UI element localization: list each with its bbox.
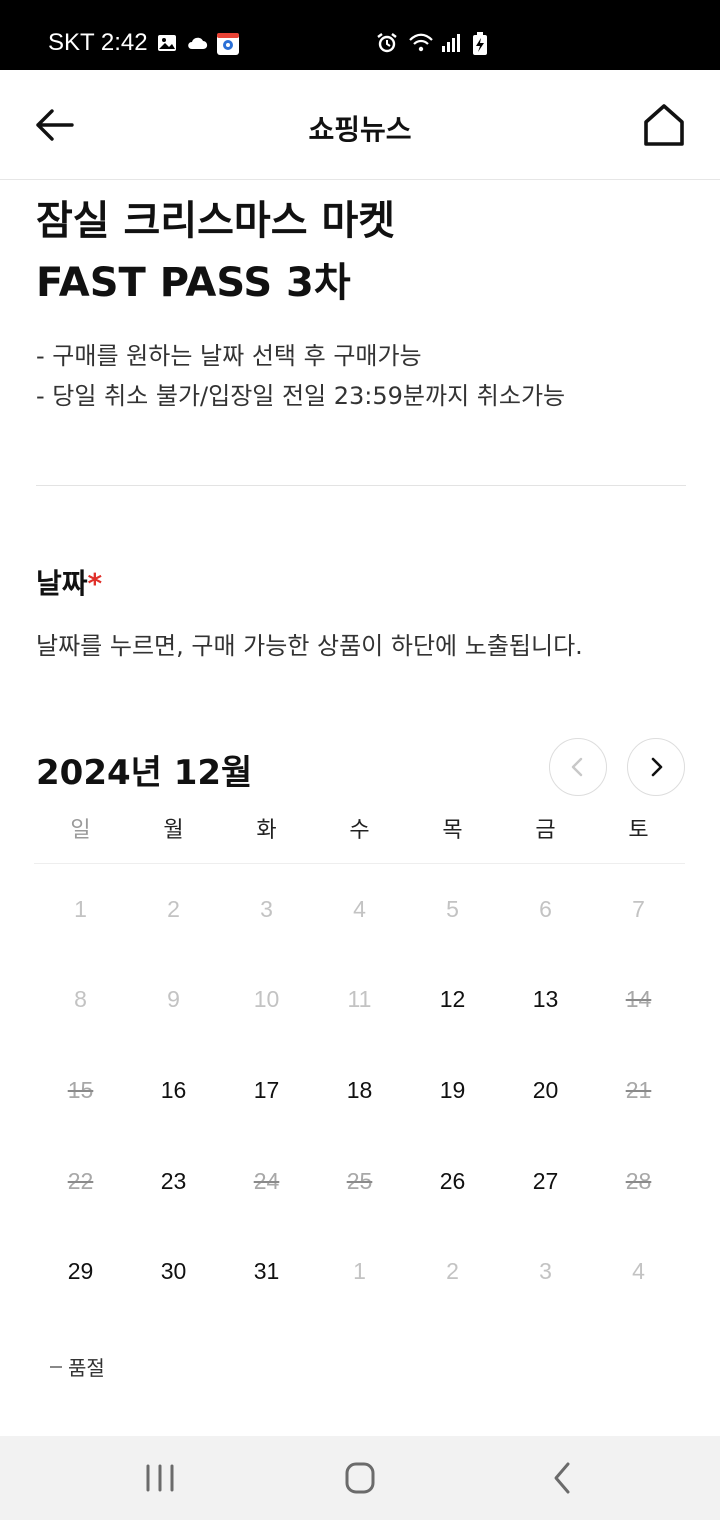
- strikethrough-sample: [50, 1365, 62, 1368]
- calendar-day-available[interactable]: 13: [499, 955, 592, 1046]
- weekday-header: 일 월 화 수 목 금 토: [34, 812, 685, 864]
- home-circle-icon: [345, 1462, 375, 1494]
- required-mark: *: [87, 567, 103, 600]
- back-chevron-icon: [554, 1462, 570, 1494]
- calendar-day-available[interactable]: 20: [499, 1045, 592, 1136]
- home-icon: [644, 104, 684, 146]
- note-line: - 구매를 원하는 날짜 선택 후 구매가능: [36, 342, 422, 370]
- recent-apps-icon: [146, 1464, 174, 1492]
- calendar-day-available[interactable]: 19: [406, 1045, 499, 1136]
- weekday-fri: 금: [535, 818, 556, 843]
- battery-charging-icon: [472, 32, 494, 55]
- calendar-day-available[interactable]: 18: [313, 1045, 406, 1136]
- calendar-day-disabled: 11: [347, 986, 372, 1013]
- product-title-line1: 잠실 크리스마스 마켓: [36, 198, 396, 244]
- calendar-month-title: 2024년 12월: [36, 753, 253, 793]
- calendar-day-available[interactable]: 16: [127, 1045, 220, 1136]
- date-label: 날짜*: [36, 562, 102, 602]
- calendar-day-disabled: 10: [253, 986, 280, 1013]
- status-left: SKT 2:42: [48, 28, 239, 58]
- calendar-day-disabled: 2: [167, 895, 180, 922]
- signal-icon: [440, 32, 462, 54]
- calendar-day-disabled: 4: [632, 1258, 645, 1285]
- calendar-day-disabled: 6: [539, 895, 552, 922]
- weekday-sun: 일: [70, 818, 91, 843]
- calendar-day-disabled: 2: [446, 1258, 459, 1285]
- calendar-day-disabled: 5: [446, 895, 459, 922]
- calendar-day-disabled: 1: [74, 895, 87, 922]
- weekday-tue: 화: [256, 818, 277, 843]
- legend: 품절: [50, 1352, 105, 1381]
- calendar-day-soldout: 21: [625, 1076, 652, 1103]
- status-bar: SKT 2:42: [0, 0, 720, 70]
- map-app-icon: [216, 32, 239, 55]
- calendar-day-available[interactable]: 31: [220, 1226, 313, 1317]
- wifi-icon: [408, 32, 433, 54]
- weekday-wed: 수: [349, 818, 370, 843]
- calendar-day-available[interactable]: 12: [406, 955, 499, 1046]
- system-nav-bar: [0, 1436, 720, 1520]
- calendar-day-disabled: 3: [539, 1258, 552, 1285]
- cloud-icon: [186, 32, 208, 54]
- image-icon: [156, 32, 178, 54]
- system-back-button[interactable]: [542, 1460, 582, 1496]
- calendar-day-available[interactable]: 29: [34, 1226, 127, 1317]
- calendar-day-available[interactable]: 23: [127, 1136, 220, 1227]
- note-line: - 당일 취소 불가/입장일 전일 23:59분까지 취소가능: [36, 382, 566, 410]
- system-home-button[interactable]: [340, 1460, 380, 1496]
- date-label-text: 날짜: [36, 567, 88, 600]
- calendar-day-soldout: 22: [67, 1167, 94, 1194]
- recent-apps-button[interactable]: [140, 1460, 180, 1496]
- calendar-day-disabled: 8: [74, 986, 87, 1013]
- calendar-day-soldout: 24: [253, 1167, 280, 1194]
- purchase-notes: - 구매를 원하는 날짜 선택 후 구매가능 - 당일 취소 불가/입장일 전일…: [36, 336, 696, 416]
- calendar-grid: 1 2 3 4 5 6 7 8 9 10 11 12 13 14 15 16 17 18 19 20 21 22 23 24 2…: [34, 864, 685, 1317]
- legend-soldout-label: 품절: [68, 1356, 105, 1380]
- chevron-left-icon: [571, 757, 583, 777]
- calendar-day-soldout: 25: [346, 1167, 373, 1194]
- date-help-text: 날짜를 누르면, 구매 가능한 상품이 하단에 노출됩니다.: [36, 632, 583, 660]
- alarm-icon: [376, 32, 398, 54]
- section-divider: [36, 485, 686, 486]
- calendar-day-disabled: 9: [167, 986, 180, 1013]
- status-right: [376, 28, 494, 58]
- carrier-time: SKT 2:42: [48, 29, 148, 56]
- calendar-day-soldout: 14: [625, 986, 652, 1013]
- calendar-day-disabled: 1: [353, 1258, 366, 1285]
- calendar-day-available[interactable]: 17: [220, 1045, 313, 1136]
- home-button[interactable]: [638, 100, 690, 152]
- calendar-day-disabled: 3: [260, 895, 273, 922]
- app-header: 쇼핑뉴스: [0, 70, 720, 180]
- product-title: 잠실 크리스마스 마켓 FAST PASS 3차: [36, 190, 686, 314]
- weekday-sat: 토: [628, 818, 649, 843]
- calendar-day-available[interactable]: 30: [127, 1226, 220, 1317]
- product-title-line2: FAST PASS 3차: [36, 260, 351, 306]
- calendar-day-soldout: 28: [625, 1167, 652, 1194]
- page-title: 쇼핑뉴스: [308, 113, 412, 146]
- calendar-day-available[interactable]: 26: [406, 1136, 499, 1227]
- calendar-day-disabled: 7: [632, 895, 645, 922]
- weekday-thu: 목: [442, 818, 463, 843]
- calendar-day-disabled: 4: [353, 895, 366, 922]
- weekday-mon: 월: [163, 818, 184, 843]
- calendar-day-soldout: 15: [67, 1076, 94, 1103]
- calendar-day-available[interactable]: 27: [499, 1136, 592, 1227]
- chevron-right-icon: [651, 757, 663, 777]
- prev-month-button[interactable]: [549, 738, 607, 796]
- next-month-button[interactable]: [627, 738, 685, 796]
